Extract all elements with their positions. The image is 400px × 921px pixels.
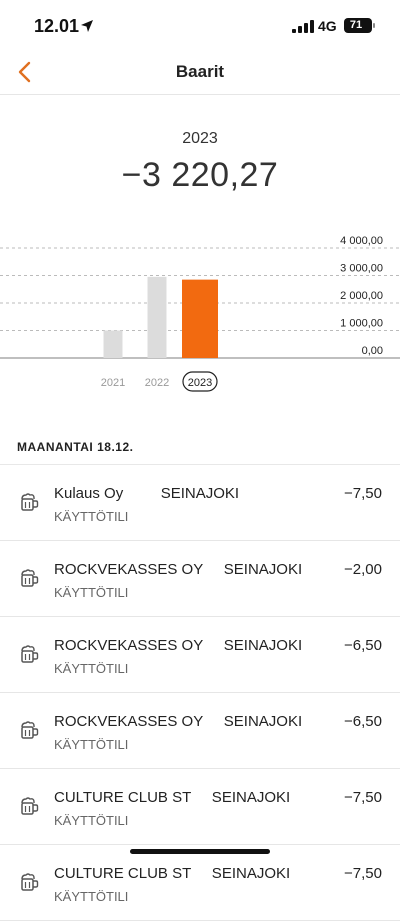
battery-icon: 71 (344, 18, 375, 33)
status-time: 12.01 (34, 16, 80, 36)
total-amount: −3 220,27 (121, 156, 279, 194)
y-tick-label: 1 000,00 (340, 318, 383, 330)
bar-2022[interactable] (147, 276, 167, 358)
bar-2021[interactable] (103, 330, 123, 359)
home-indicator (130, 849, 270, 854)
transaction-amount: −6,50 (344, 637, 382, 654)
battery-level: 71 (349, 19, 363, 31)
transaction-row[interactable]: ROCKVEKASSES OY SEINAJOKI KÄYTTÖTILI −6,50 (0, 693, 400, 769)
transaction-row[interactable]: ROCKVEKASSES OY SEINAJOKI KÄYTTÖTILI −2,00 (0, 541, 400, 617)
x-tick-label[interactable]: 2023 (188, 377, 212, 389)
transaction-row[interactable]: Kulaus Oy SEINAJOKI KÄYTTÖTILI −7,50 (0, 465, 400, 541)
merchant-name: CULTURE CLUB ST SEINAJOKI (54, 789, 291, 806)
merchant-name: ROCKVEKASSES OY SEINAJOKI (54, 637, 303, 654)
account-name: KÄYTTÖTILI (54, 737, 129, 752)
transaction-amount: −2,00 (344, 561, 382, 578)
status-bar: 12.01 4G 71 (0, 0, 400, 52)
account-name: KÄYTTÖTILI (54, 889, 129, 904)
yearly-bar-chart: 4 000,00 3 000,00 2 000,00 1 000,00 0,00 2021… (0, 236, 400, 396)
selected-year: 2023 (182, 130, 218, 147)
account-name: KÄYTTÖTILI (54, 661, 129, 676)
transaction-row[interactable]: CULTURE CLUB ST SEINAJOKI KÄYTTÖTILI −7,50 (0, 845, 400, 921)
beer-mug-icon (21, 569, 39, 587)
y-tick-label: 2 000,00 (340, 290, 383, 302)
transaction-amount: −7,50 (344, 485, 382, 502)
beer-mug-icon (21, 645, 39, 663)
beer-mug-icon (21, 797, 39, 815)
transaction-row[interactable]: ROCKVEKASSES OY SEINAJOKI KÄYTTÖTILI −6,50 (0, 617, 400, 693)
transaction-amount: −7,50 (344, 789, 382, 806)
chart-svg: 4 000,00 3 000,00 2 000,00 1 000,00 0,00 2021… (0, 236, 400, 392)
account-name: KÄYTTÖTILI (54, 813, 129, 828)
location-arrow-icon (81, 20, 93, 32)
account-name: KÄYTTÖTILI (54, 585, 129, 600)
beer-mug-icon (21, 721, 39, 739)
nav-bar: Baarit (0, 52, 400, 95)
merchant-name: ROCKVEKASSES OY SEINAJOKI (54, 713, 303, 730)
merchant-name: Kulaus Oy SEINAJOKI (54, 485, 240, 502)
transaction-amount: −6,50 (344, 713, 382, 730)
beer-mug-icon (21, 493, 39, 511)
y-tick-label: 0,00 (362, 345, 383, 357)
account-name: KÄYTTÖTILI (54, 509, 129, 524)
merchant-name: CULTURE CLUB ST SEINAJOKI (54, 865, 291, 882)
y-tick-label: 4 000,00 (340, 236, 383, 247)
y-tick-label: 3 000,00 (340, 263, 383, 275)
merchant-name: ROCKVEKASSES OY SEINAJOKI (54, 561, 303, 578)
signal-strength-icon (292, 20, 314, 33)
network-type: 4G (318, 18, 337, 34)
x-tick-label[interactable]: 2021 (101, 377, 125, 389)
date-section-header: MAANANTAI 18.12. (17, 440, 134, 454)
transaction-amount: −7,50 (344, 865, 382, 882)
beer-mug-icon (21, 873, 39, 891)
bar-2023[interactable] (182, 279, 218, 358)
page-title: Baarit (175, 62, 225, 81)
x-tick-label[interactable]: 2022 (145, 377, 169, 389)
transaction-row[interactable]: CULTURE CLUB ST SEINAJOKI KÄYTTÖTILI −7,50 (0, 769, 400, 845)
